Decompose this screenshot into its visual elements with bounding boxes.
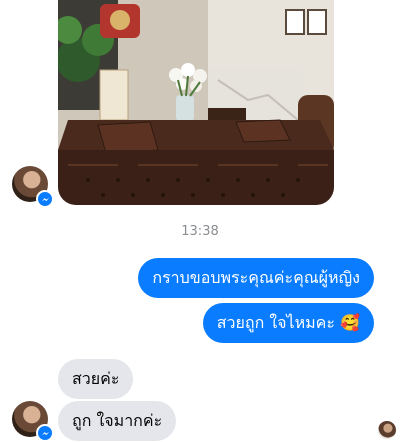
incoming-message[interactable]: ถูก ใจมากค่ะ bbox=[58, 401, 177, 441]
message-text: สวยถูก ใจไหมคะ bbox=[216, 313, 335, 332]
incoming-message[interactable]: สวยค่ะ bbox=[58, 359, 134, 399]
message-text: สวยค่ะ bbox=[72, 369, 120, 388]
smiling-face-hearts-emoji: 🥰 bbox=[340, 313, 360, 332]
message-text: ถูก ใจมากค่ะ bbox=[72, 411, 163, 430]
message-timestamp: 13:38 bbox=[181, 224, 219, 239]
office-desk-photo bbox=[58, 0, 334, 205]
messenger-icon bbox=[36, 190, 54, 208]
outgoing-message[interactable]: กราบขอบพระคุณค่ะคุณผู้หญิง bbox=[138, 258, 374, 298]
shared-photo[interactable] bbox=[58, 0, 334, 205]
seen-avatar-icon bbox=[378, 421, 396, 439]
messenger-icon bbox=[36, 424, 54, 442]
outgoing-message[interactable]: สวยถูก ใจไหมคะ 🥰 bbox=[202, 303, 374, 343]
message-text: กราบขอบพระคุณค่ะคุณผู้หญิง bbox=[152, 268, 360, 287]
